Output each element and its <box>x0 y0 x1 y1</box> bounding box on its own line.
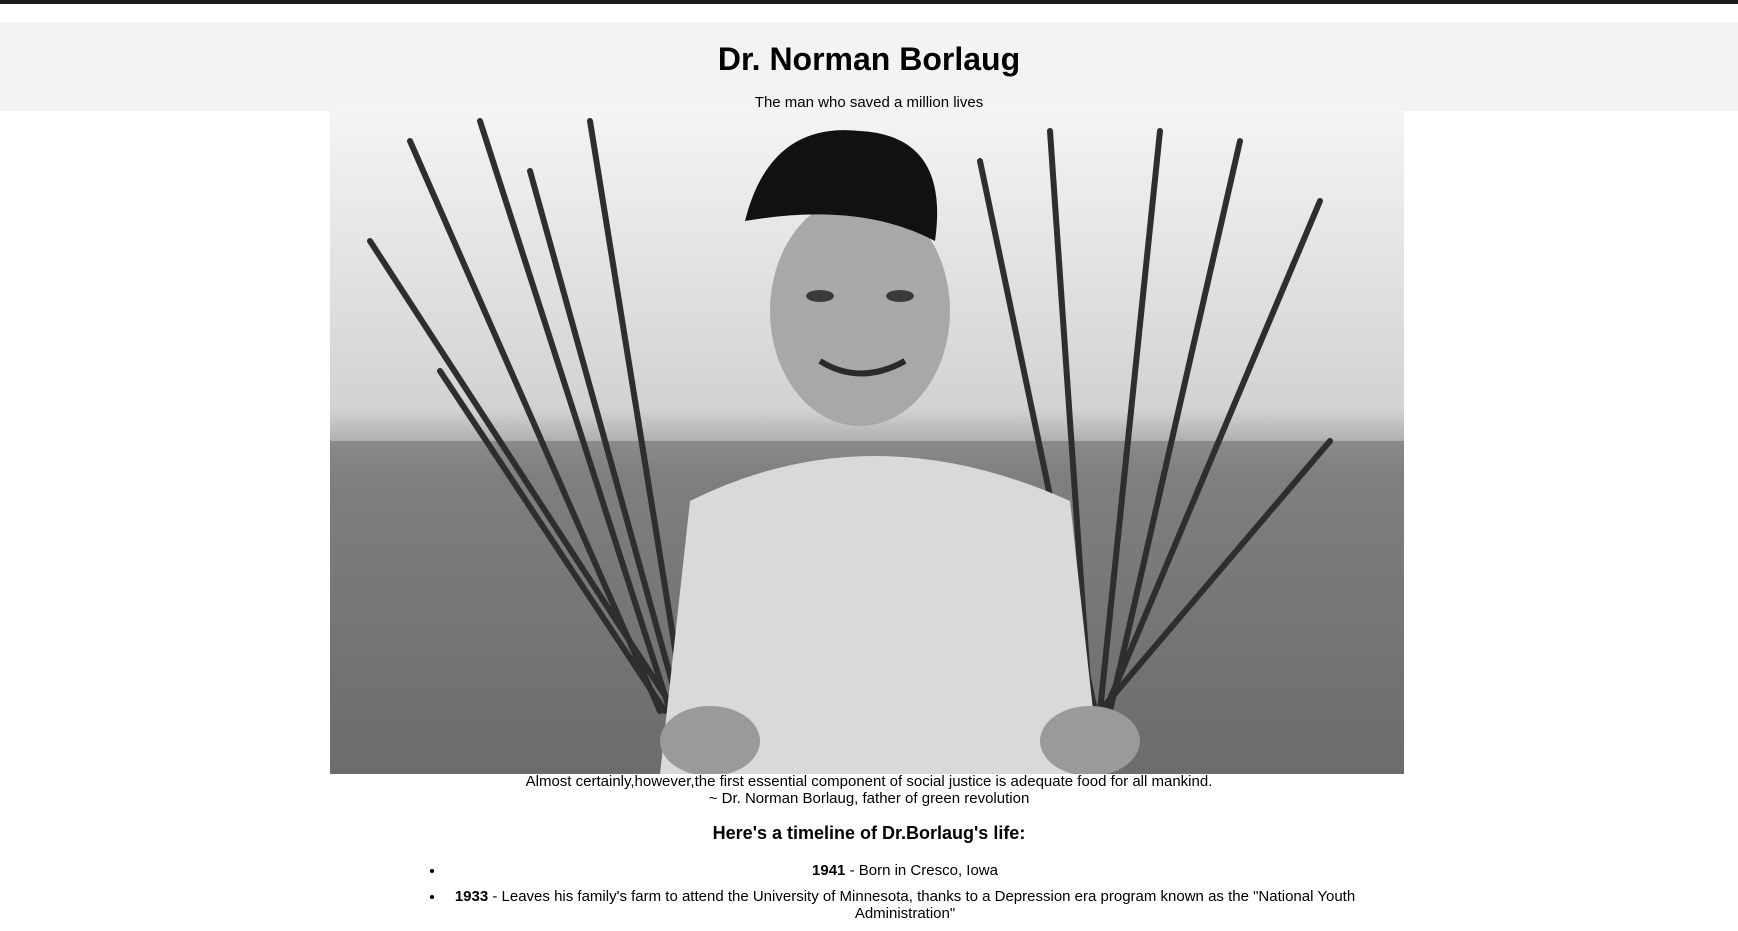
page-header: Dr. Norman Borlaug The man who saved a m… <box>0 22 1738 111</box>
timeline-title: Here's a timeline of Dr.Borlaug's life: <box>712 823 1026 843</box>
page-title: Dr. Norman Borlaug <box>717 41 1021 77</box>
timeline-year: 1941 <box>812 862 846 879</box>
page-subtitle: The man who saved a million lives <box>754 94 984 111</box>
timeline-list: 1941 - Born in Cresco, Iowa 1933 - Leave… <box>405 862 1365 931</box>
quote-text: Almost certainly,however,the first essen… <box>525 773 1213 790</box>
quote-attribution: ~ Dr. Norman Borlaug, father of green re… <box>708 790 1030 807</box>
list-item: 1941 - Born in Cresco, Iowa <box>445 862 1365 879</box>
portrait-photo-icon <box>330 111 1404 774</box>
quote-block: Almost certainly,however,the first essen… <box>0 773 1738 807</box>
timeline-text: - Leaves his family's farm to attend the… <box>488 888 1356 922</box>
timeline-text: - Born in Cresco, Iowa <box>845 862 998 879</box>
list-item: 1933 - Leaves his family's farm to atten… <box>445 888 1365 922</box>
borlaug-photo <box>330 111 1404 774</box>
timeline-year: 1933 <box>454 888 489 905</box>
